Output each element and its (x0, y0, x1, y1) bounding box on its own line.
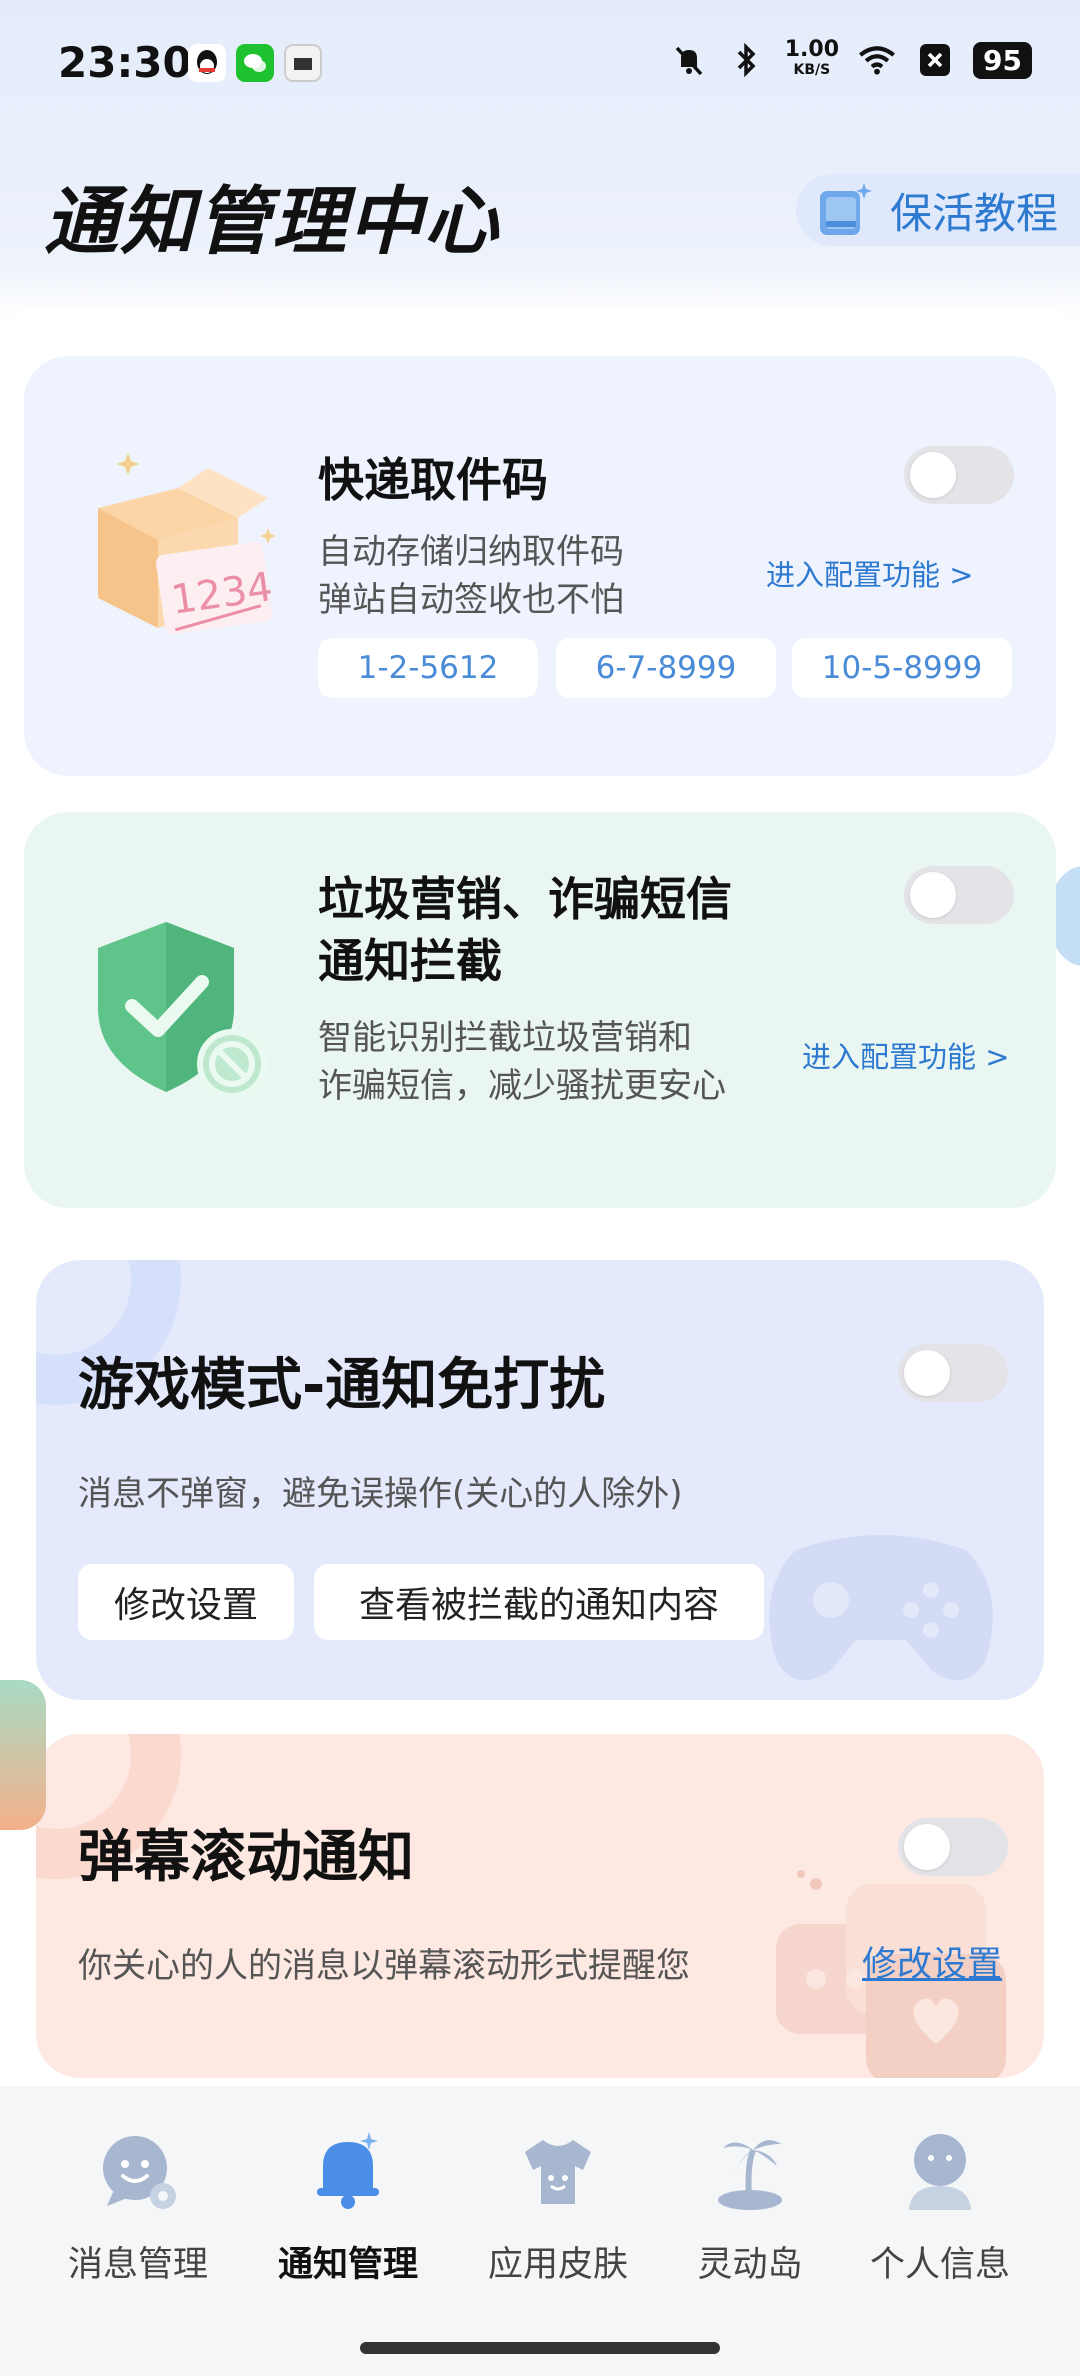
mute-icon (669, 40, 709, 80)
tutorial-button[interactable]: 保活教程 (795, 174, 1080, 246)
game-title: 游戏模式-通知免打扰 (78, 1353, 606, 1418)
nav-label: 通知管理 (277, 2245, 418, 2285)
bluetooth-icon (727, 40, 767, 80)
express-code-chip[interactable]: 1-2-5612 (318, 638, 538, 698)
express-code-card: 1234 快递取件码 自动存储归纳取件码 弹站自动签收也不怕 进入配置功能 > … (24, 356, 1056, 776)
spam-title-line1: 垃圾营销、诈骗短信 (318, 872, 732, 926)
view-blocked-notifications-button[interactable]: 查看被拦截的通知内容 (314, 1564, 764, 1640)
danmu-toggle[interactable] (898, 1818, 1008, 1876)
home-indicator[interactable] (360, 2342, 720, 2354)
nav-item-messages[interactable]: 消息管理 (43, 2126, 233, 2287)
nav-label: 应用皮肤 (487, 2245, 628, 2285)
danmu-settings-link[interactable]: 修改设置 (862, 1936, 1002, 1987)
qq-icon (188, 44, 226, 82)
game-mode-card: 游戏模式-通知免打扰 消息不弹窗，避免误操作(关心的人除外) 修改设置 查看被拦… (36, 1260, 1044, 1700)
net-speed: 1.00 KB/S (784, 37, 840, 80)
wifi-icon (857, 40, 897, 80)
express-code-chip[interactable]: 6-7-8999 (556, 638, 776, 698)
express-config-link[interactable]: 进入配置功能 > (766, 552, 974, 594)
spam-title-line2: 通知拦截 (318, 934, 502, 988)
express-toggle[interactable] (904, 446, 1014, 504)
gamepad-icon (769, 1535, 993, 1681)
status-time: 23:30 (58, 38, 192, 87)
page-title: 通知管理中心 (44, 179, 500, 265)
express-code-chip[interactable]: 10-5-8999 (792, 638, 1012, 698)
spam-intercept-card: 垃圾营销、诈骗短信 通知拦截 智能识别拦截垃圾营销和 诈骗短信，减少骚扰更安心 … (24, 812, 1056, 1208)
book-icon (819, 183, 872, 235)
island-icon (718, 2140, 782, 2210)
nav-item-profile[interactable]: 个人信息 (845, 2126, 1035, 2287)
game-settings-button[interactable]: 修改设置 (78, 1564, 294, 1640)
express-desc-line2: 弹站自动签收也不怕 (318, 580, 624, 620)
package-box-icon: 1234 (98, 453, 276, 635)
floating-sidebar-handle[interactable] (0, 1680, 46, 1830)
tshirt-icon (525, 2140, 591, 2204)
game-toggle[interactable] (898, 1344, 1008, 1402)
nav-label: 灵动岛 (697, 2245, 803, 2285)
shield-check-icon (98, 922, 267, 1099)
chat-gear-icon (103, 2136, 176, 2209)
nav-item-skins[interactable]: 应用皮肤 (463, 2126, 653, 2287)
spam-desc-line1: 智能识别拦截垃圾营销和 (318, 1018, 692, 1058)
danmu-title: 弹幕滚动通知 (78, 1825, 414, 1890)
tutorial-label: 保活教程 (889, 188, 1058, 238)
bell-icon (317, 2132, 379, 2209)
game-desc: 消息不弹窗，避免误操作(关心的人除外) (78, 1474, 683, 1514)
spam-desc-line2: 诈骗短信，减少骚扰更安心 (318, 1066, 726, 1106)
person-icon (909, 2134, 971, 2210)
express-desc-line1: 自动存储归纳取件码 (318, 532, 624, 572)
bottom-nav: 消息管理 通知管理 应用皮肤 灵动岛 个人信息 (0, 2086, 1080, 2376)
nav-label: 消息管理 (67, 2245, 208, 2285)
net-speed-value: 1.00 (784, 37, 840, 62)
mt-icon (284, 44, 322, 82)
danmu-notification-card: 弹幕滚动通知 你关心的人的消息以弹幕滚动形式提醒您 修改设置 (36, 1734, 1044, 2078)
battery-indicator: 95 (973, 41, 1032, 79)
nav-item-dynamic-island[interactable]: 灵动岛 (655, 2126, 845, 2287)
spam-config-link[interactable]: 进入配置功能 > (802, 1034, 1010, 1076)
nav-item-notifications[interactable]: 通知管理 (253, 2126, 443, 2287)
close-box-icon (915, 40, 955, 80)
net-speed-unit: KB/S (793, 62, 831, 78)
status-bar: 23:30 1.00 KB/S 95 (0, 0, 1080, 130)
spam-toggle[interactable] (904, 866, 1014, 924)
wechat-icon (236, 44, 274, 82)
nav-label: 个人信息 (869, 2245, 1010, 2285)
express-title: 快递取件码 (318, 453, 548, 507)
danmu-desc: 你关心的人的消息以弹幕滚动形式提醒您 (78, 1946, 690, 1986)
